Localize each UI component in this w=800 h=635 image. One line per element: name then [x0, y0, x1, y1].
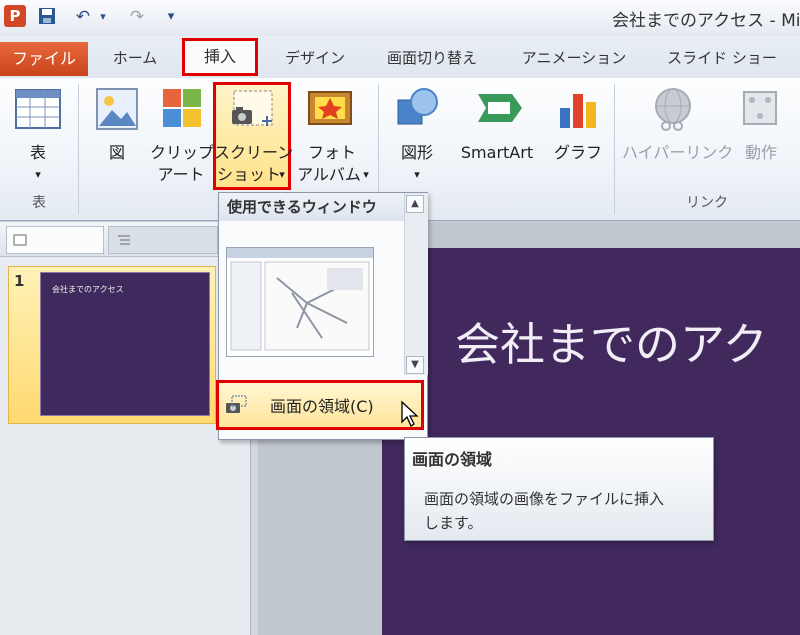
gallery-scroll-down-icon[interactable]: ▼ [406, 356, 424, 374]
shapes-dropdown-icon[interactable]: ▾ [392, 164, 442, 185]
table-dropdown-icon[interactable]: ▾ [14, 164, 62, 185]
clipart-button-label-2[interactable]: アート [150, 164, 212, 185]
clipart-button-label-1[interactable]: クリップ [150, 142, 214, 163]
smartart-icon[interactable] [474, 88, 526, 132]
undo-icon[interactable]: ↶ [72, 6, 94, 28]
slide-thumbnail-title: 会社までのアクセス [52, 285, 124, 294]
tooltip-body-line-1: 画面の領域の画像をファイルに挿入 [424, 490, 665, 508]
slides-tab-icon [13, 234, 27, 246]
tab-file[interactable]: ファイル [0, 42, 88, 76]
table-icon[interactable] [14, 88, 64, 132]
picture-button-label[interactable]: 図 [94, 142, 140, 163]
action-button-label[interactable]: 動作 [734, 142, 788, 163]
tab-animations[interactable]: アニメーション [510, 44, 638, 72]
group-separator [78, 84, 79, 214]
customize-qat-icon[interactable]: ▾ [160, 6, 182, 28]
photo-album-button-label-1[interactable]: フォト [300, 142, 364, 163]
group-label-links: リンク [686, 195, 728, 211]
undo-dropdown-icon[interactable]: ▾ [92, 6, 114, 28]
screen-clipping-icon [224, 394, 248, 416]
group-label-tables: 表 [32, 195, 46, 211]
gallery-scrollbar[interactable] [404, 193, 428, 375]
shapes-button-label[interactable]: 図形 [392, 142, 442, 163]
mouse-cursor-icon [400, 400, 420, 428]
table-button-label[interactable]: 表 [14, 142, 62, 163]
outline-tab-icon [118, 235, 130, 245]
screenshot-button-label-2[interactable]: ショット [214, 164, 284, 185]
gallery-header: 使用できるウィンドウ [219, 193, 407, 221]
tab-outline[interactable] [108, 226, 218, 254]
clipart-icon[interactable] [160, 86, 204, 132]
chart-button-label[interactable]: グラフ [550, 142, 606, 163]
screen-clipping-label[interactable]: 画面の領域(C) [270, 393, 374, 417]
screenshot-icon[interactable] [228, 88, 276, 132]
window-title: 会社までのアクセス - Mi [612, 11, 800, 31]
screenshot-dropdown-icon[interactable]: ▾ [276, 164, 288, 185]
hyperlink-icon[interactable] [650, 86, 696, 132]
photo-album-dropdown-icon[interactable]: ▾ [360, 164, 372, 185]
action-icon[interactable] [738, 86, 782, 132]
photo-album-icon[interactable] [306, 86, 354, 132]
photo-album-button-label-2[interactable]: アルバム [296, 164, 362, 185]
save-icon[interactable] [36, 6, 58, 28]
slide-title-text[interactable]: 会社までのアク [455, 308, 768, 373]
tab-slideshow[interactable]: スライド ショー [652, 44, 792, 72]
tooltip-body-line-2: します。 [424, 514, 483, 532]
chart-icon[interactable] [556, 84, 602, 132]
tab-insert[interactable]: 挿入 [182, 38, 258, 76]
tab-slides[interactable] [6, 226, 104, 254]
powerpoint-app-icon[interactable]: P [4, 5, 26, 27]
slide-number: 1 [14, 272, 25, 290]
hyperlink-button-label[interactable]: ハイパーリンク [622, 142, 733, 163]
shapes-icon[interactable] [394, 86, 442, 132]
smartart-button-label[interactable]: SmartArt [452, 142, 542, 163]
tooltip-title: 画面の領域 [412, 450, 493, 469]
picture-icon[interactable] [94, 86, 140, 132]
redo-icon[interactable]: ↷ [126, 6, 148, 28]
available-window-thumbnail[interactable] [226, 247, 374, 357]
tab-transitions[interactable]: 画面切り替え [372, 44, 492, 72]
screenshot-button-label-1[interactable]: スクリーン [214, 142, 293, 163]
gallery-scroll-up-icon[interactable]: ▲ [406, 195, 424, 213]
tab-design[interactable]: デザイン [270, 44, 360, 72]
tab-home[interactable]: ホーム [100, 44, 170, 72]
